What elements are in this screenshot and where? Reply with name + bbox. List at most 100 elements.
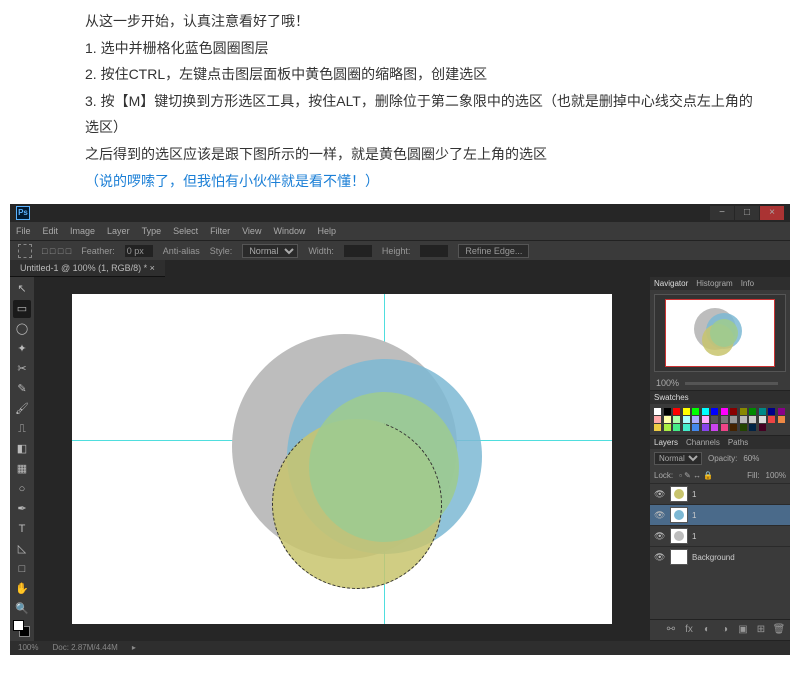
- layer-row[interactable]: 👁1: [650, 483, 790, 504]
- visibility-eye-icon[interactable]: 👁: [654, 510, 666, 521]
- blend-mode-select[interactable]: Normal: [654, 452, 702, 465]
- stamp-tool-icon[interactable]: ⎍: [13, 420, 31, 438]
- layer-thumbnail[interactable]: [670, 549, 688, 565]
- height-input[interactable]: [420, 245, 448, 257]
- swatch-cell[interactable]: [730, 416, 737, 423]
- swatch-cell[interactable]: [673, 408, 680, 415]
- menu-layer[interactable]: Layer: [107, 226, 130, 236]
- swatch-cell[interactable]: [768, 408, 775, 415]
- navigator-preview[interactable]: [654, 294, 786, 372]
- swatch-cell[interactable]: [740, 416, 747, 423]
- swatch-cell[interactable]: [654, 424, 661, 431]
- minimize-button[interactable]: −: [710, 206, 734, 220]
- menu-help[interactable]: Help: [317, 226, 336, 236]
- swatch-cell[interactable]: [654, 416, 661, 423]
- mask-icon[interactable]: ◐: [700, 623, 714, 637]
- color-swatch-icon[interactable]: [13, 620, 31, 638]
- menu-type[interactable]: Type: [142, 226, 162, 236]
- swatch-cell[interactable]: [683, 424, 690, 431]
- swatch-cell[interactable]: [664, 424, 671, 431]
- swatch-cell[interactable]: [730, 408, 737, 415]
- swatch-cell[interactable]: [683, 416, 690, 423]
- marquee-tool-icon[interactable]: [18, 244, 32, 258]
- swatch-cell[interactable]: [702, 424, 709, 431]
- canvas-area[interactable]: [34, 277, 650, 641]
- marquee-tool-icon[interactable]: ▭: [13, 300, 31, 318]
- swatch-cell[interactable]: [721, 424, 728, 431]
- swatch-cell[interactable]: [711, 408, 718, 415]
- swatch-cell[interactable]: [778, 416, 785, 423]
- new-layer-icon[interactable]: ⊞: [754, 623, 768, 637]
- pen-tool-icon[interactable]: ✒: [13, 500, 31, 518]
- group-icon[interactable]: ▣: [736, 623, 750, 637]
- layer-thumbnail[interactable]: [670, 507, 688, 523]
- menu-edit[interactable]: Edit: [43, 226, 59, 236]
- layer-thumbnail[interactable]: [670, 486, 688, 502]
- swatch-cell[interactable]: [740, 424, 747, 431]
- crop-tool-icon[interactable]: ✂: [13, 360, 31, 378]
- layer-name[interactable]: 1: [692, 511, 696, 520]
- eyedropper-tool-icon[interactable]: ✎: [13, 380, 31, 398]
- swatch-cell[interactable]: [778, 408, 785, 415]
- visibility-eye-icon[interactable]: 👁: [654, 489, 666, 500]
- menu-image[interactable]: Image: [70, 226, 95, 236]
- tab-swatches[interactable]: Swatches: [654, 393, 689, 402]
- brush-tool-icon[interactable]: 🖌: [13, 400, 31, 418]
- swatch-cell[interactable]: [721, 416, 728, 423]
- layer-row[interactable]: 👁1: [650, 525, 790, 546]
- swatch-cell[interactable]: [740, 408, 747, 415]
- layer-row[interactable]: 👁1: [650, 504, 790, 525]
- width-input[interactable]: [344, 245, 372, 257]
- text-tool-icon[interactable]: T: [13, 520, 31, 538]
- swatch-cell[interactable]: [702, 408, 709, 415]
- menu-file[interactable]: File: [16, 226, 31, 236]
- swatch-cell[interactable]: [711, 416, 718, 423]
- layer-name[interactable]: Background: [692, 553, 735, 562]
- status-zoom[interactable]: 100%: [18, 643, 38, 653]
- trash-icon[interactable]: 🗑: [772, 623, 786, 637]
- tab-layers[interactable]: Layers: [654, 438, 678, 447]
- canvas[interactable]: [72, 294, 612, 624]
- menu-window[interactable]: Window: [273, 226, 305, 236]
- style-select[interactable]: Normal: [242, 244, 298, 258]
- eraser-tool-icon[interactable]: ◧: [13, 440, 31, 458]
- tab-histogram[interactable]: Histogram: [696, 279, 732, 288]
- layer-thumbnail[interactable]: [670, 528, 688, 544]
- swatch-cell[interactable]: [673, 416, 680, 423]
- adjustment-icon[interactable]: ◑: [718, 623, 732, 637]
- link-layers-icon[interactable]: ⚯: [664, 623, 678, 637]
- swatch-cell[interactable]: [749, 424, 756, 431]
- swatch-cell[interactable]: [654, 408, 661, 415]
- zoom-tool-icon[interactable]: 🔍: [13, 600, 31, 618]
- move-tool-icon[interactable]: ↖: [13, 280, 31, 298]
- blur-tool-icon[interactable]: ○: [13, 480, 31, 498]
- document-tab[interactable]: Untitled-1 @ 100% (1, RGB/8) * ×: [10, 260, 165, 277]
- layer-name[interactable]: 1: [692, 490, 696, 499]
- swatch-cell[interactable]: [730, 424, 737, 431]
- swatch-cell[interactable]: [673, 424, 680, 431]
- tab-info[interactable]: Info: [741, 279, 754, 288]
- swatch-cell[interactable]: [702, 416, 709, 423]
- swatch-cell[interactable]: [711, 424, 718, 431]
- layer-row[interactable]: 👁 Background: [650, 546, 790, 567]
- lasso-tool-icon[interactable]: ◯: [13, 320, 31, 338]
- swatch-cell[interactable]: [749, 408, 756, 415]
- nav-slider[interactable]: [685, 382, 778, 385]
- refine-edge-button[interactable]: Refine Edge...: [458, 244, 529, 258]
- swatch-cell[interactable]: [759, 408, 766, 415]
- hand-tool-icon[interactable]: ✋: [13, 580, 31, 598]
- feather-input[interactable]: [125, 245, 153, 257]
- shape-tool-icon[interactable]: □: [13, 560, 31, 578]
- layer-name[interactable]: 1: [692, 532, 696, 541]
- menu-filter[interactable]: Filter: [210, 226, 230, 236]
- visibility-eye-icon[interactable]: 👁: [654, 552, 666, 563]
- swatch-cell[interactable]: [692, 408, 699, 415]
- swatch-cell[interactable]: [721, 408, 728, 415]
- tab-channels[interactable]: Channels: [686, 438, 720, 447]
- path-tool-icon[interactable]: ◺: [13, 540, 31, 558]
- close-button[interactable]: ×: [760, 206, 784, 220]
- visibility-eye-icon[interactable]: 👁: [654, 531, 666, 542]
- swatch-cell[interactable]: [749, 416, 756, 423]
- swatch-cell[interactable]: [664, 408, 671, 415]
- maximize-button[interactable]: □: [735, 206, 759, 220]
